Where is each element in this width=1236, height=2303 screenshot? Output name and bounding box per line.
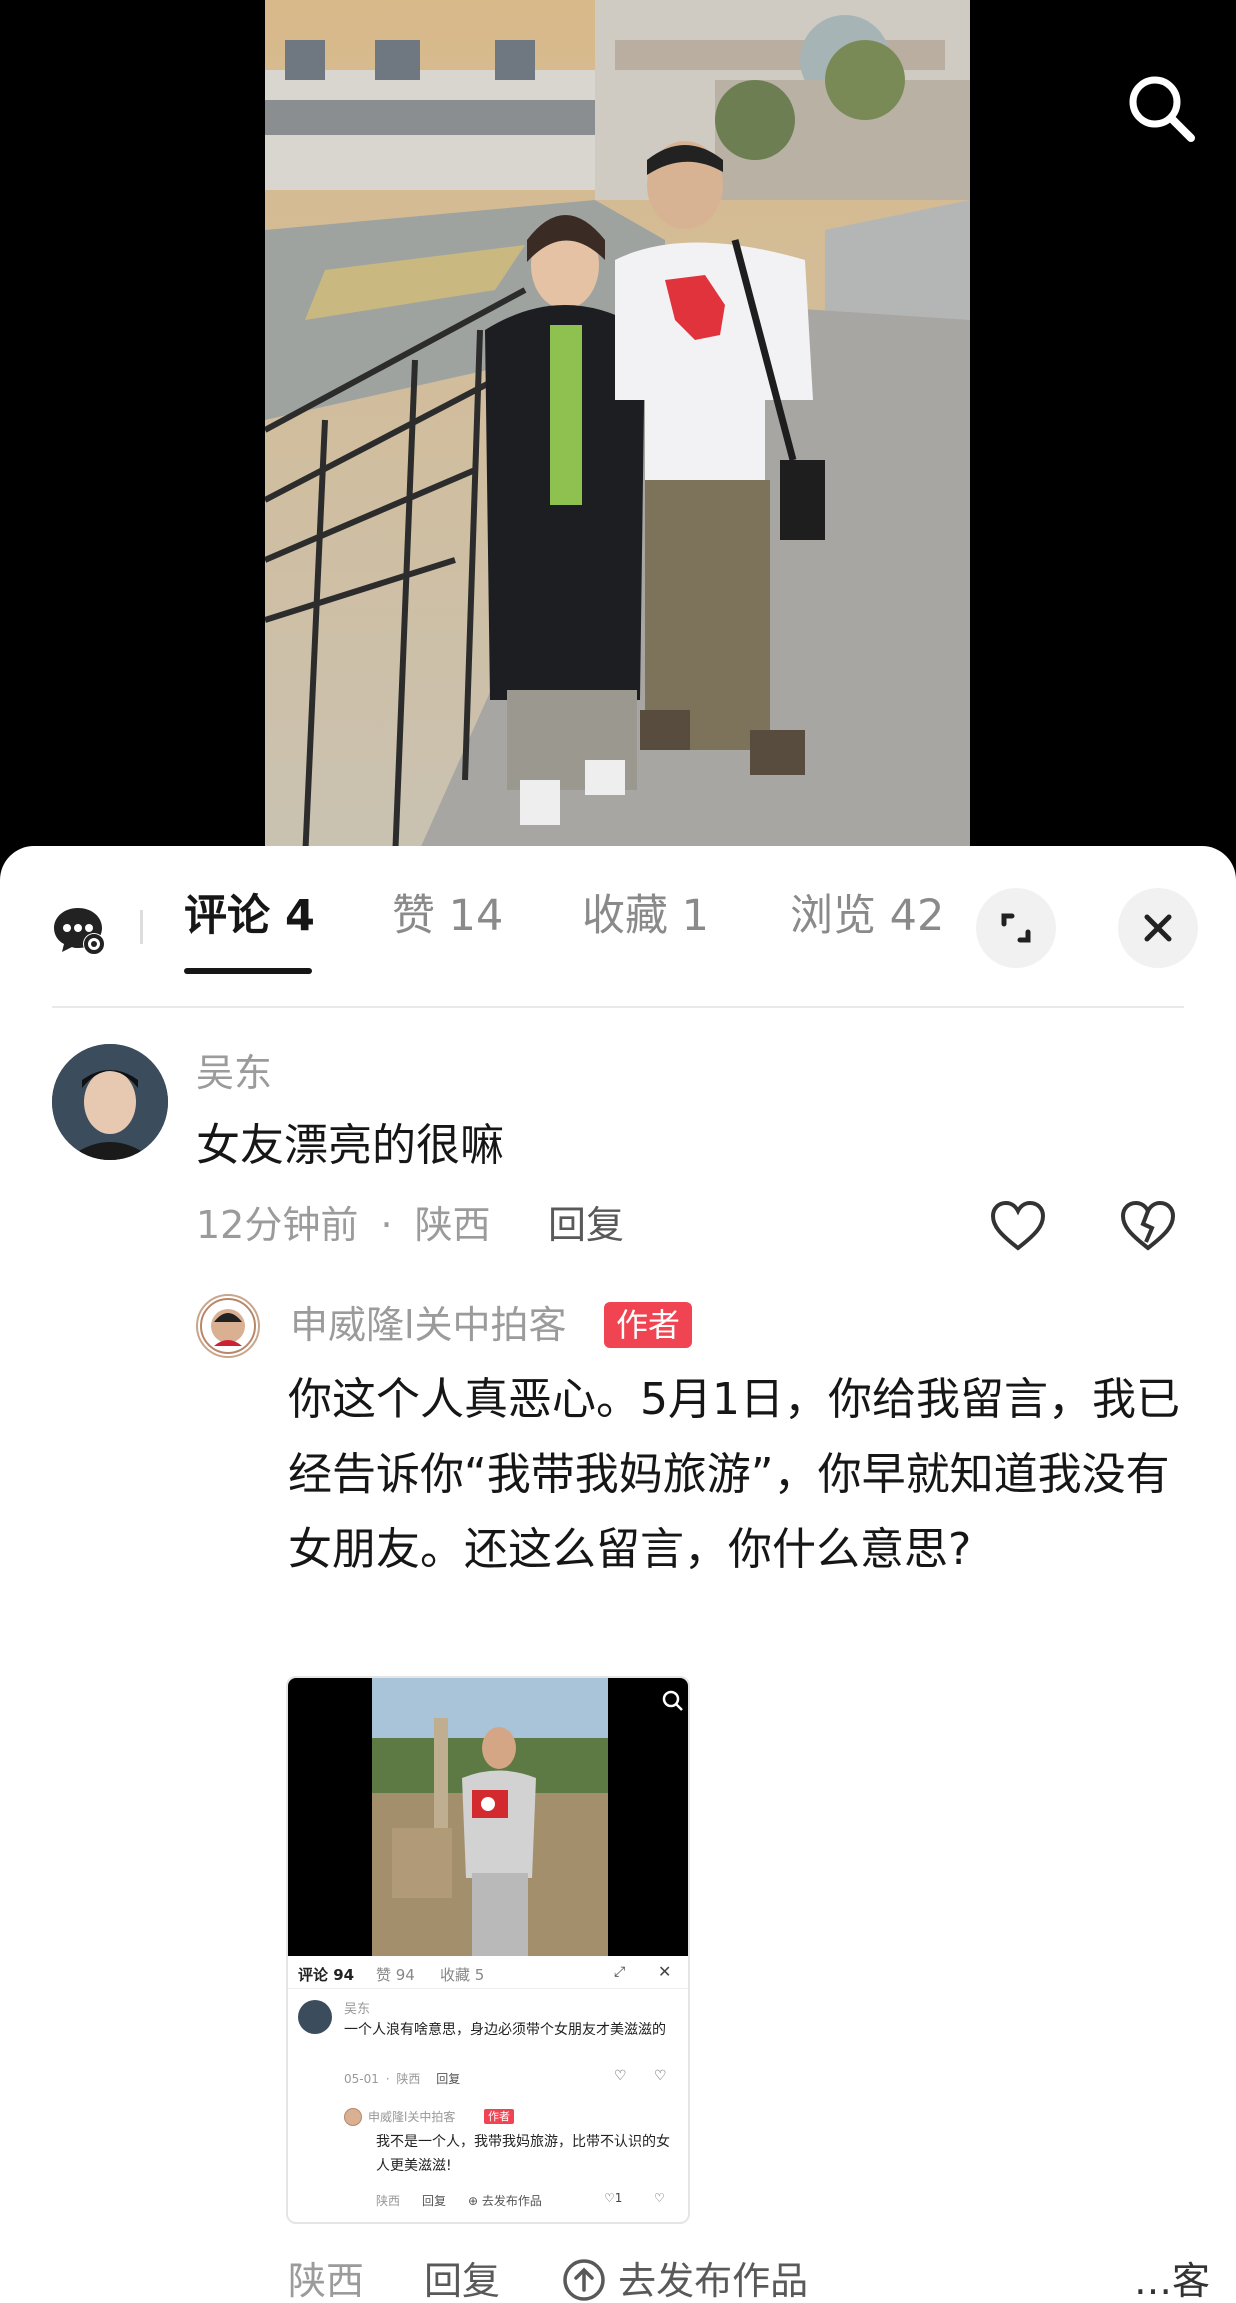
- active-tab-indicator: [184, 968, 312, 974]
- thumbnail-comment-username: 吴东: [344, 2002, 371, 2017]
- comments-tab-bar: 评论 4 赞 14 收藏 1 浏览 42: [0, 846, 1236, 1006]
- thumbnail-author-username: 申威隆l关中拍客: [368, 2110, 456, 2124]
- thumbnail-photo: [372, 1678, 608, 1956]
- thumbnail-reply-location: 陕西: [376, 2194, 401, 2208]
- comment-time: 12分钟前: [196, 1203, 359, 1247]
- meta-separator: ·: [380, 1203, 393, 1247]
- close-button[interactable]: [1118, 888, 1198, 968]
- video-frame-photo: [265, 0, 970, 860]
- thumbnail-author-avatar: [344, 2108, 362, 2126]
- thumbnail-reply-label: 回复: [436, 2072, 461, 2086]
- thumbnail-author-badge: 作者: [484, 2109, 514, 2124]
- search-icon[interactable]: [1125, 72, 1197, 144]
- cut-off-text: …客: [1134, 2259, 1211, 2303]
- comment-meta: 12分钟前 · 陕西: [196, 1200, 491, 1250]
- reply-button[interactable]: 回复: [548, 1200, 624, 1250]
- comments-panel: 评论 4 赞 14 收藏 1 浏览 42 吴东 女友漂亮的很嘛 12分钟前 · …: [0, 846, 1236, 2303]
- broken-heart-icon: ♡: [654, 2068, 667, 2084]
- tab-comments[interactable]: 评论 4: [184, 886, 315, 946]
- author-avatar[interactable]: [196, 1294, 260, 1358]
- thumbnail-comment-date: 05-01: [344, 2072, 379, 2086]
- thumbnail-avatar: [298, 2000, 332, 2034]
- tab-divider: [140, 910, 143, 944]
- thumbnail-reply-text: 我不是一个人，我带我妈旅游，比带不认识的女人更美滋滋!: [376, 2134, 670, 2174]
- thumbnail-like-count: ♡1: [604, 2191, 622, 2205]
- heart-outline-icon: ♡: [604, 2191, 615, 2205]
- tab-favorites[interactable]: 收藏 1: [582, 886, 709, 946]
- thumbnail-tab-likes: 赞 94: [376, 1966, 415, 1984]
- expand-icon: [1001, 913, 1031, 943]
- divider: [52, 1006, 1184, 1008]
- meta-separator: ·: [385, 2072, 390, 2086]
- author-username[interactable]: 申威隆l关中拍客: [290, 1300, 567, 1350]
- thumbnail-tab-favorites: 收藏 5: [440, 1966, 485, 1984]
- video-player[interactable]: [0, 0, 1236, 860]
- thumbnail-like-value: 1: [614, 2191, 623, 2205]
- tab-views[interactable]: 浏览 42: [790, 886, 944, 946]
- close-icon: [1144, 914, 1172, 942]
- thumbnail-video: [288, 1678, 688, 1956]
- comment-username[interactable]: 吴东: [196, 1048, 272, 1098]
- author-reply-text: 你这个人真恶心。5月1日，你给我留言，我已经告诉你“我带我妈旅游”，你早就知道我…: [288, 1374, 1180, 1575]
- search-icon: [662, 1690, 683, 1711]
- thumbnail-divider: [288, 1988, 688, 1989]
- thumbnail-tab-comments: 评论 94: [298, 1966, 355, 1984]
- avatar[interactable]: [52, 1044, 168, 1160]
- broken-heart-icon: ♡: [654, 2191, 665, 2205]
- expand-icon: ⤢: [614, 1964, 626, 1980]
- publish-work-button[interactable]: 去发布作品: [562, 2256, 808, 2303]
- thumbnail-reply-label: 回复: [422, 2194, 447, 2208]
- thumbnail-comment-text: 一个人浪有啥意思，身边必须带个女朋友才美滋滋的: [344, 2022, 666, 2038]
- reply-image[interactable]: 评论 94 赞 94 收藏 5 ⤢ ✕ 吴东 一个人浪有啥意思，身边必须带个女朋…: [286, 1676, 690, 2224]
- upload-circle-icon: [562, 2258, 606, 2302]
- thumbnail-comment-meta: 05-01 · 陕西 回复: [344, 2070, 460, 2087]
- expand-button[interactable]: [976, 888, 1056, 968]
- thumbnail-publish-text: 去发布作品: [481, 2194, 542, 2208]
- heart-outline-icon: ♡: [614, 2068, 627, 2084]
- tab-likes[interactable]: 赞 14: [392, 886, 503, 946]
- thumbnail-comment-location: 陕西: [396, 2072, 421, 2086]
- comment-location: 陕西: [414, 1203, 491, 1247]
- publish-work-label: 去发布作品: [618, 2259, 809, 2303]
- comment-text: 女友漂亮的很嘛: [196, 1120, 504, 1171]
- author-reply-location: 陕西: [288, 2259, 365, 2303]
- broken-heart-icon[interactable]: [1118, 1196, 1178, 1256]
- author-reply-button[interactable]: 回复: [424, 2256, 500, 2303]
- close-icon: ✕: [658, 1962, 672, 1981]
- author-badge: 作者: [604, 1302, 693, 1348]
- thumbnail-publish-label: ⊕ 去发布作品: [468, 2192, 542, 2209]
- heart-outline-icon[interactable]: [988, 1196, 1048, 1256]
- comment-settings-icon[interactable]: [52, 904, 108, 956]
- upload-circle-icon: ⊕: [468, 2194, 479, 2208]
